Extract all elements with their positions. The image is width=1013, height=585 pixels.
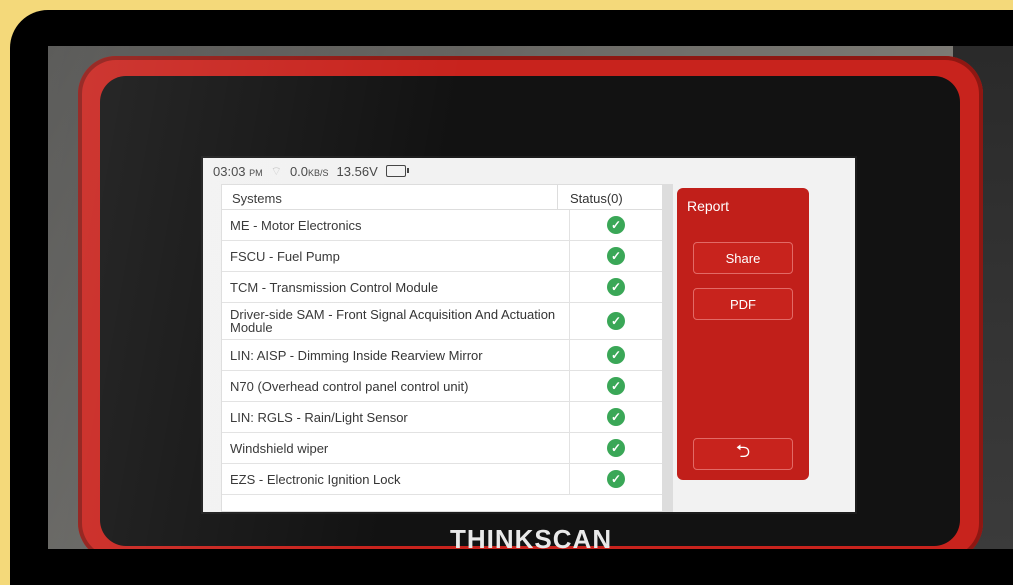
system-name: TCM - Transmission Control Module (230, 279, 439, 295)
device-screen: 03:03 PM ⌔ 0.0KB/S 13.56V Systems Status… (203, 158, 855, 512)
system-name: Driver-side SAM - Front Signal Acquisiti… (230, 307, 556, 335)
system-name: LIN: RGLS - Rain/Light Sensor (230, 409, 408, 425)
device-photo: 03:03 PM ⌔ 0.0KB/S 13.56V Systems Status… (48, 46, 1013, 549)
ok-check-icon: ✓ (607, 377, 625, 395)
scanner-device: 03:03 PM ⌔ 0.0KB/S 13.56V Systems Status… (78, 56, 983, 549)
share-button[interactable]: Share (693, 242, 793, 274)
ok-check-icon: ✓ (607, 408, 625, 426)
table-header: Systems Status(0) (222, 185, 662, 210)
back-button[interactable]: ⮌ (693, 438, 793, 470)
system-name: ME - Motor Electronics (230, 217, 362, 233)
table-row[interactable]: EZS - Electronic Ignition Lock ✓ (222, 464, 662, 495)
system-name: N70 (Overhead control panel control unit… (230, 378, 469, 394)
clock-ampm: PM (249, 167, 263, 178)
ok-check-icon: ✓ (607, 247, 625, 265)
wifi-icon: ⌔ (270, 163, 282, 178)
report-panel: Report Share PDF ⮌ (677, 188, 809, 480)
ok-check-icon: ✓ (607, 439, 625, 457)
status-bar: 03:03 PM ⌔ 0.0KB/S 13.56V (203, 158, 855, 184)
image-frame: 03:03 PM ⌔ 0.0KB/S 13.56V Systems Status… (10, 10, 1013, 585)
ok-check-icon: ✓ (607, 470, 625, 488)
network-speed-unit: KB/S (308, 167, 329, 178)
brand-logo: THINKSCAN (450, 524, 613, 549)
back-arrow-icon: ⮌ (735, 441, 751, 461)
ok-check-icon: ✓ (607, 312, 625, 330)
table-row[interactable]: ME - Motor Electronics ✓ (222, 210, 662, 241)
battery-voltage: 13.56V (336, 163, 378, 179)
ok-check-icon: ✓ (607, 346, 625, 364)
table-row[interactable]: N70 (Overhead control panel control unit… (222, 371, 662, 402)
report-title: Report (687, 198, 730, 214)
pdf-button[interactable]: PDF (693, 288, 793, 320)
ok-check-icon: ✓ (607, 278, 625, 296)
battery-icon (385, 165, 409, 177)
ok-check-icon: ✓ (607, 216, 625, 234)
systems-table: Systems Status(0) ME - Motor Electronics… (221, 184, 663, 512)
table-row[interactable]: LIN: AISP - Dimming Inside Rearview Mirr… (222, 340, 662, 371)
system-name: FSCU - Fuel Pump (230, 248, 340, 264)
status-column-header: Status(0) (557, 185, 662, 209)
table-row[interactable]: Windshield wiper ✓ (222, 433, 662, 464)
systems-column-header: Systems (232, 191, 282, 206)
system-name: Windshield wiper (230, 440, 329, 456)
table-row[interactable]: Driver-side SAM - Front Signal Acquisiti… (222, 303, 662, 340)
table-scrollbar[interactable] (663, 184, 673, 512)
system-name: EZS - Electronic Ignition Lock (230, 471, 401, 487)
table-row[interactable]: LIN: RGLS - Rain/Light Sensor ✓ (222, 402, 662, 433)
table-row[interactable]: FSCU - Fuel Pump ✓ (222, 241, 662, 272)
table-row[interactable]: TCM - Transmission Control Module ✓ (222, 272, 662, 303)
network-speed: 0.0 (289, 163, 309, 179)
clock-time: 03:03 (213, 163, 246, 179)
system-name: LIN: AISP - Dimming Inside Rearview Mirr… (230, 347, 483, 363)
